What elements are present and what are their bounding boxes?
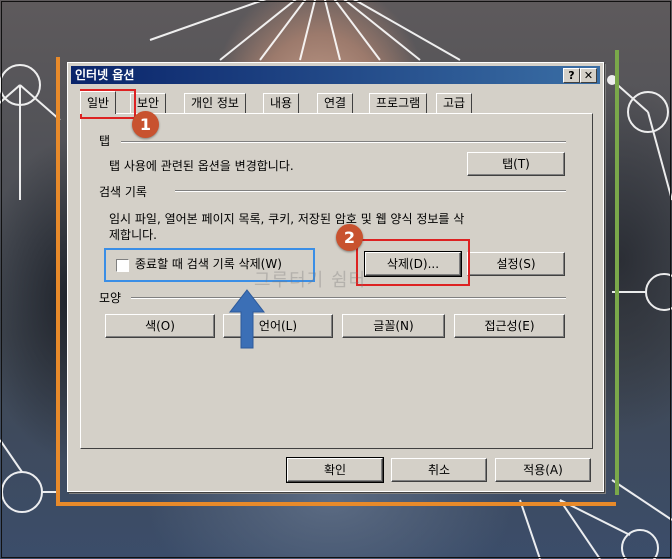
divider: [131, 297, 566, 299]
history-description-line1: 임시 파일, 열어본 페이지 목록, 쿠키, 저장된 암호 및 웹 양식 정보를…: [109, 212, 465, 226]
step1-badge: 1: [132, 111, 159, 138]
divider: [121, 141, 566, 143]
tab-connections[interactable]: 연결: [317, 93, 354, 113]
cancel-button[interactable]: 취소: [391, 458, 487, 482]
dialog-title: 인터넷 옵션: [75, 68, 135, 82]
tab-advanced[interactable]: 고급: [436, 93, 473, 113]
tab-privacy[interactable]: 개인 정보: [184, 93, 246, 113]
browsing-history-heading: 검색 기록: [99, 185, 147, 199]
appearance-heading: 모양: [99, 291, 122, 305]
tabs-description: 탭 사용에 관련된 옵션을 변경합니다.: [109, 159, 294, 173]
history-settings-button[interactable]: 설정(S): [467, 252, 565, 276]
colors-button[interactable]: 색(O): [105, 314, 215, 338]
history-description-line2: 제합니다.: [109, 228, 157, 242]
tab-general[interactable]: 일반: [80, 91, 117, 114]
up-arrow-icon: [228, 289, 266, 349]
fonts-button[interactable]: 글꼴(N): [342, 314, 445, 338]
ok-button[interactable]: 확인: [286, 457, 384, 483]
close-button[interactable]: ✕: [580, 68, 597, 83]
step2-highlight: [356, 239, 470, 286]
tab-content[interactable]: 내용: [263, 93, 300, 113]
tab-programs[interactable]: 프로그램: [369, 93, 428, 113]
title-bar[interactable]: 인터넷 옵션 ? ✕: [71, 66, 600, 84]
apply-button[interactable]: 적용(A): [495, 458, 591, 482]
help-button[interactable]: ?: [563, 68, 580, 83]
accessibility-button[interactable]: 접근성(E): [454, 314, 565, 338]
step2-badge: 2: [336, 224, 363, 251]
tabs-settings-button[interactable]: 탭(T): [467, 152, 565, 176]
watermark: 그루터기 쉼터: [254, 270, 367, 291]
divider: [175, 190, 566, 192]
tabs-group-heading: 탭: [99, 134, 111, 148]
